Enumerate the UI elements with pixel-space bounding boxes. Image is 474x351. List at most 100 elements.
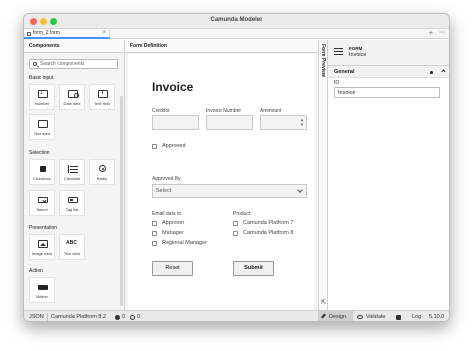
amount-field[interactable]: ▲ ▼ xyxy=(260,115,307,130)
design-button[interactable]: Design xyxy=(318,311,353,321)
element-type: FORM xyxy=(349,46,363,51)
properties-header: FORM Invoice xyxy=(328,40,449,66)
calendar-icon xyxy=(68,90,79,98)
status-divider xyxy=(47,313,48,321)
section-selection: Selection xyxy=(29,150,50,156)
general-group-header[interactable]: General xyxy=(328,66,449,78)
amount-label: Ammount xyxy=(260,108,282,114)
chevron-up-icon[interactable] xyxy=(441,69,446,74)
tab-close-icon[interactable]: × xyxy=(102,29,106,38)
component-text-view[interactable]: ABC Text view xyxy=(59,234,85,260)
section-basic-input: Basic input xyxy=(29,75,54,81)
platform-7-label: Camunda Platform 7 xyxy=(243,220,294,226)
platform-8-checkbox[interactable] xyxy=(233,231,238,236)
component-select[interactable]: Select xyxy=(29,190,55,216)
approved-by-select[interactable]: Select xyxy=(152,184,307,198)
regional-manager-checkbox[interactable] xyxy=(152,241,157,246)
expand-icon[interactable]: ⇱ xyxy=(321,299,326,306)
chevron-down-icon xyxy=(297,187,303,193)
product-label: Product xyxy=(233,211,251,217)
element-name: Invoice xyxy=(349,52,367,58)
window-title: Camunda Modeler xyxy=(210,17,263,23)
component-tag-list[interactable]: Tag list xyxy=(59,190,85,216)
tab-bar: form_2.form × + ⋯ xyxy=(24,29,449,39)
section-presentation: Presentation xyxy=(29,225,58,231)
text-field-icon xyxy=(98,90,108,98)
components-panel: Components Basic input Number Date time … xyxy=(24,40,125,310)
app-window: Camunda Modeler form_2.form × + ⋯ Compon… xyxy=(23,13,450,322)
select-icon xyxy=(38,197,48,203)
platform-version[interactable]: Camunda Platform 8.2 xyxy=(51,314,106,320)
platform-7-checkbox[interactable] xyxy=(233,221,238,226)
radio-icon xyxy=(99,165,106,172)
warning-count[interactable]: 0 xyxy=(137,314,140,320)
regional-manager-label: Regional Manager xyxy=(162,240,207,246)
manager-label: Manager xyxy=(162,230,184,236)
platform-8-label: Camunda Platform 8 xyxy=(243,230,294,236)
form-definition-header: Form Definition xyxy=(125,40,318,53)
id-input[interactable] xyxy=(334,87,440,98)
eye-icon xyxy=(357,315,363,319)
text-area-icon xyxy=(38,120,48,128)
form-preview-tab[interactable]: Form Preview ⇱ xyxy=(318,40,328,310)
log-icon xyxy=(396,315,401,320)
approved-checkbox[interactable] xyxy=(152,144,157,149)
submit-button[interactable]: Submit xyxy=(233,261,274,276)
reset-button[interactable]: Reset xyxy=(152,261,193,276)
id-label: ID xyxy=(334,80,339,86)
text-view-icon: ABC xyxy=(66,240,77,246)
form-definition-panel: Form Definition Invoice Creditor Invoice… xyxy=(125,40,318,310)
component-radio[interactable]: Radio xyxy=(89,159,115,185)
form-title[interactable]: Invoice xyxy=(152,80,193,94)
component-image-view[interactable]: Image view xyxy=(29,234,55,260)
pencil-icon xyxy=(321,313,326,319)
error-count[interactable]: 0 xyxy=(122,314,125,320)
component-button[interactable]: Button xyxy=(29,277,55,303)
checkbox-icon xyxy=(40,166,46,172)
status-bar: JSON Camunda Platform 8.2 0 0 Design Val… xyxy=(24,310,449,321)
form-file-icon xyxy=(27,32,31,36)
number-icon xyxy=(38,90,48,98)
json-button[interactable]: JSON xyxy=(29,314,44,320)
title-bar: Camunda Modeler xyxy=(24,14,449,29)
creditor-field[interactable] xyxy=(152,115,199,130)
tag-list-icon xyxy=(68,197,78,203)
search-input[interactable] xyxy=(40,60,116,68)
tab-label: form_2.form xyxy=(33,30,60,36)
warning-icon xyxy=(130,315,135,320)
checklist-icon xyxy=(68,165,78,173)
component-text-area[interactable]: Text area xyxy=(29,114,55,140)
component-text-field[interactable]: Text field xyxy=(89,84,115,110)
component-checkbox[interactable]: Checkbox xyxy=(29,159,55,185)
section-action: Action xyxy=(29,268,43,274)
component-checklist[interactable]: Checklist xyxy=(59,159,85,185)
log-button[interactable]: Log xyxy=(412,314,421,320)
approver-checkbox[interactable] xyxy=(152,221,157,226)
group-dot-icon xyxy=(430,71,433,74)
amount-spinner[interactable]: ▲ ▼ xyxy=(299,117,305,128)
component-date-time[interactable]: Date time xyxy=(59,84,85,110)
components-header: Components xyxy=(24,40,124,53)
app-version: 5.10.0 xyxy=(429,314,445,320)
add-tab-button[interactable]: + xyxy=(429,29,433,38)
form-canvas[interactable]: Invoice Creditor Invoice Number Ammount … xyxy=(128,54,314,310)
general-group-title: General xyxy=(334,69,355,75)
email-data-label: Email data to xyxy=(152,211,182,217)
approved-label: Approved xyxy=(162,143,186,149)
search-box[interactable] xyxy=(29,59,118,69)
error-icon xyxy=(115,315,120,320)
components-scrollbar[interactable] xyxy=(120,96,123,306)
component-number[interactable]: Number xyxy=(29,84,55,110)
manager-checkbox[interactable] xyxy=(152,231,157,236)
image-icon xyxy=(38,240,48,248)
validate-button[interactable]: Validate xyxy=(366,314,385,320)
tab-menu-button[interactable]: ⋯ xyxy=(439,29,445,38)
invoice-number-field[interactable] xyxy=(206,115,253,130)
creditor-label: Creditor xyxy=(152,108,170,114)
approved-by-label: Approved By xyxy=(152,176,181,182)
tab-form-2[interactable]: form_2.form × xyxy=(24,29,110,39)
invoice-number-label: Invoice Number xyxy=(206,108,242,114)
form-preview-label: Form Preview xyxy=(320,44,326,77)
design-label: Design xyxy=(329,314,347,320)
form-icon xyxy=(334,48,343,55)
